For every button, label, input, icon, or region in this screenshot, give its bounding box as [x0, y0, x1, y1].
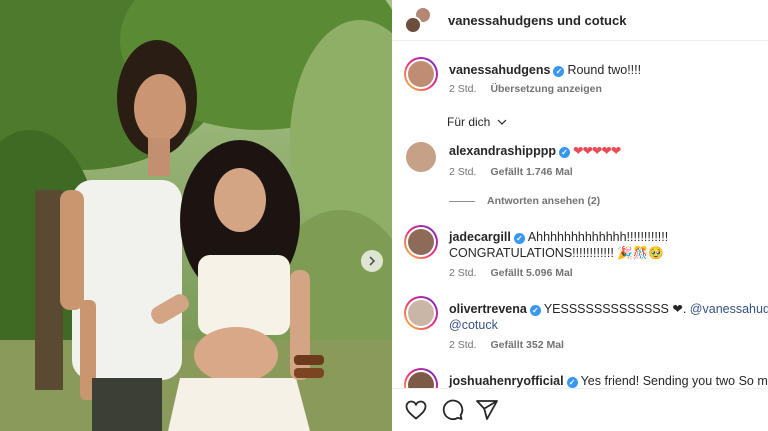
verified-badge-icon: ✓	[513, 233, 525, 244]
comment-line: @cotuck	[449, 317, 498, 333]
like-button[interactable]	[404, 398, 428, 422]
caption-line: vanessahudgens ✓ Round two!!!!	[449, 62, 641, 78]
comment-text: CONGRATULATIONS!!!!!!!!!!!! 🎉🎊🥹	[449, 246, 664, 260]
post-header-title[interactable]: vanessahudgens und cotuck	[448, 13, 626, 28]
comment-line: CONGRATULATIONS!!!!!!!!!!!! 🎉🎊🥹	[449, 245, 664, 261]
comment-likes[interactable]: Gefällt 352 Mal	[490, 339, 564, 351]
action-bar	[392, 388, 768, 431]
comment-text: ❤❤❤❤❤	[572, 144, 621, 158]
for-you-sort[interactable]: Für dich	[447, 115, 507, 129]
comment-meta: 2 Std. Gefällt 352 Mal	[449, 339, 578, 351]
avatar[interactable]	[404, 225, 438, 259]
share-icon	[476, 400, 498, 420]
caption-text: Round two!!!!	[567, 63, 642, 77]
avatar	[404, 16, 422, 34]
chevron-down-icon	[497, 119, 507, 125]
carousel-next-button[interactable]	[361, 250, 383, 272]
comment-username[interactable]: olivertrevena	[449, 302, 527, 316]
comment-line: joshuahenryofficial ✓ Yes friend! Sending …	[449, 373, 768, 389]
mention-link[interactable]: @cotuck	[449, 318, 498, 332]
divider	[449, 201, 475, 202]
post-sidebar: vanessahudgens und cotuck vanessahudgens…	[392, 0, 768, 431]
post-header: vanessahudgens und cotuck	[392, 0, 768, 40]
comment-username[interactable]: jadecargill	[449, 230, 511, 244]
divider	[392, 40, 768, 41]
comment-line: jadecargill ✓ Ahhhhhhhhhhhhh!!!!!!!!!!!!	[449, 229, 668, 245]
verified-badge-icon: ✓	[529, 305, 541, 316]
verified-badge-icon: ✓	[558, 147, 570, 158]
comment-meta: 2 Std. Gefällt 1.746 Mal	[449, 166, 587, 178]
comment-icon	[442, 399, 464, 421]
comment-line: olivertrevena ✓ YESSSSSSSSSSSSS ❤. @vaness…	[449, 301, 768, 317]
heart-icon	[405, 400, 427, 420]
caption-time[interactable]: 2 Std.	[449, 83, 476, 95]
caption-meta: 2 Std. Übersetzung anzeigen	[449, 83, 616, 95]
verified-badge-icon: ✓	[566, 377, 578, 388]
comment-line: alexandraship​ppp ✓ ❤❤❤❤❤	[449, 143, 621, 159]
comment-text: YESSSSSSSSSSSSS ❤.	[543, 302, 687, 316]
comment-likes[interactable]: Gefällt 1.746 Mal	[490, 166, 572, 178]
comment-button[interactable]	[440, 398, 464, 422]
comment-text: Ahhhhhhhhhhhhh!!!!!!!!!!!!	[527, 230, 669, 244]
caption-username[interactable]: vanessahudgens	[449, 63, 550, 77]
avatar[interactable]	[404, 296, 438, 330]
share-button[interactable]	[475, 398, 499, 422]
comment-time[interactable]: 2 Std.	[449, 166, 476, 178]
chevron-right-icon	[369, 256, 376, 266]
couple-photo-illustration	[0, 0, 392, 431]
comment-time[interactable]: 2 Std.	[449, 267, 476, 279]
view-replies-link[interactable]: Antworten ansehen (2)	[487, 195, 600, 207]
post-photo[interactable]	[0, 0, 392, 431]
comment-time[interactable]: 2 Std.	[449, 339, 476, 351]
comment-username[interactable]: joshuahenryofficial	[449, 374, 564, 388]
header-avatars[interactable]	[404, 6, 434, 36]
comment-meta: 2 Std. Gefällt 5.096 Mal	[449, 267, 587, 279]
comment-username[interactable]: alexandraship​ppp	[449, 144, 556, 158]
for-you-label: Für dich	[447, 115, 491, 129]
mention-link[interactable]: @vanessahudge	[690, 302, 768, 316]
verified-badge-icon: ✓	[553, 66, 565, 77]
comment-likes[interactable]: Gefällt 5.096 Mal	[490, 267, 572, 279]
avatar[interactable]	[404, 57, 438, 91]
translate-link[interactable]: Übersetzung anzeigen	[490, 83, 601, 95]
avatar[interactable]	[406, 142, 436, 172]
comment-text: Yes friend! Sending you two So mu	[580, 374, 768, 388]
